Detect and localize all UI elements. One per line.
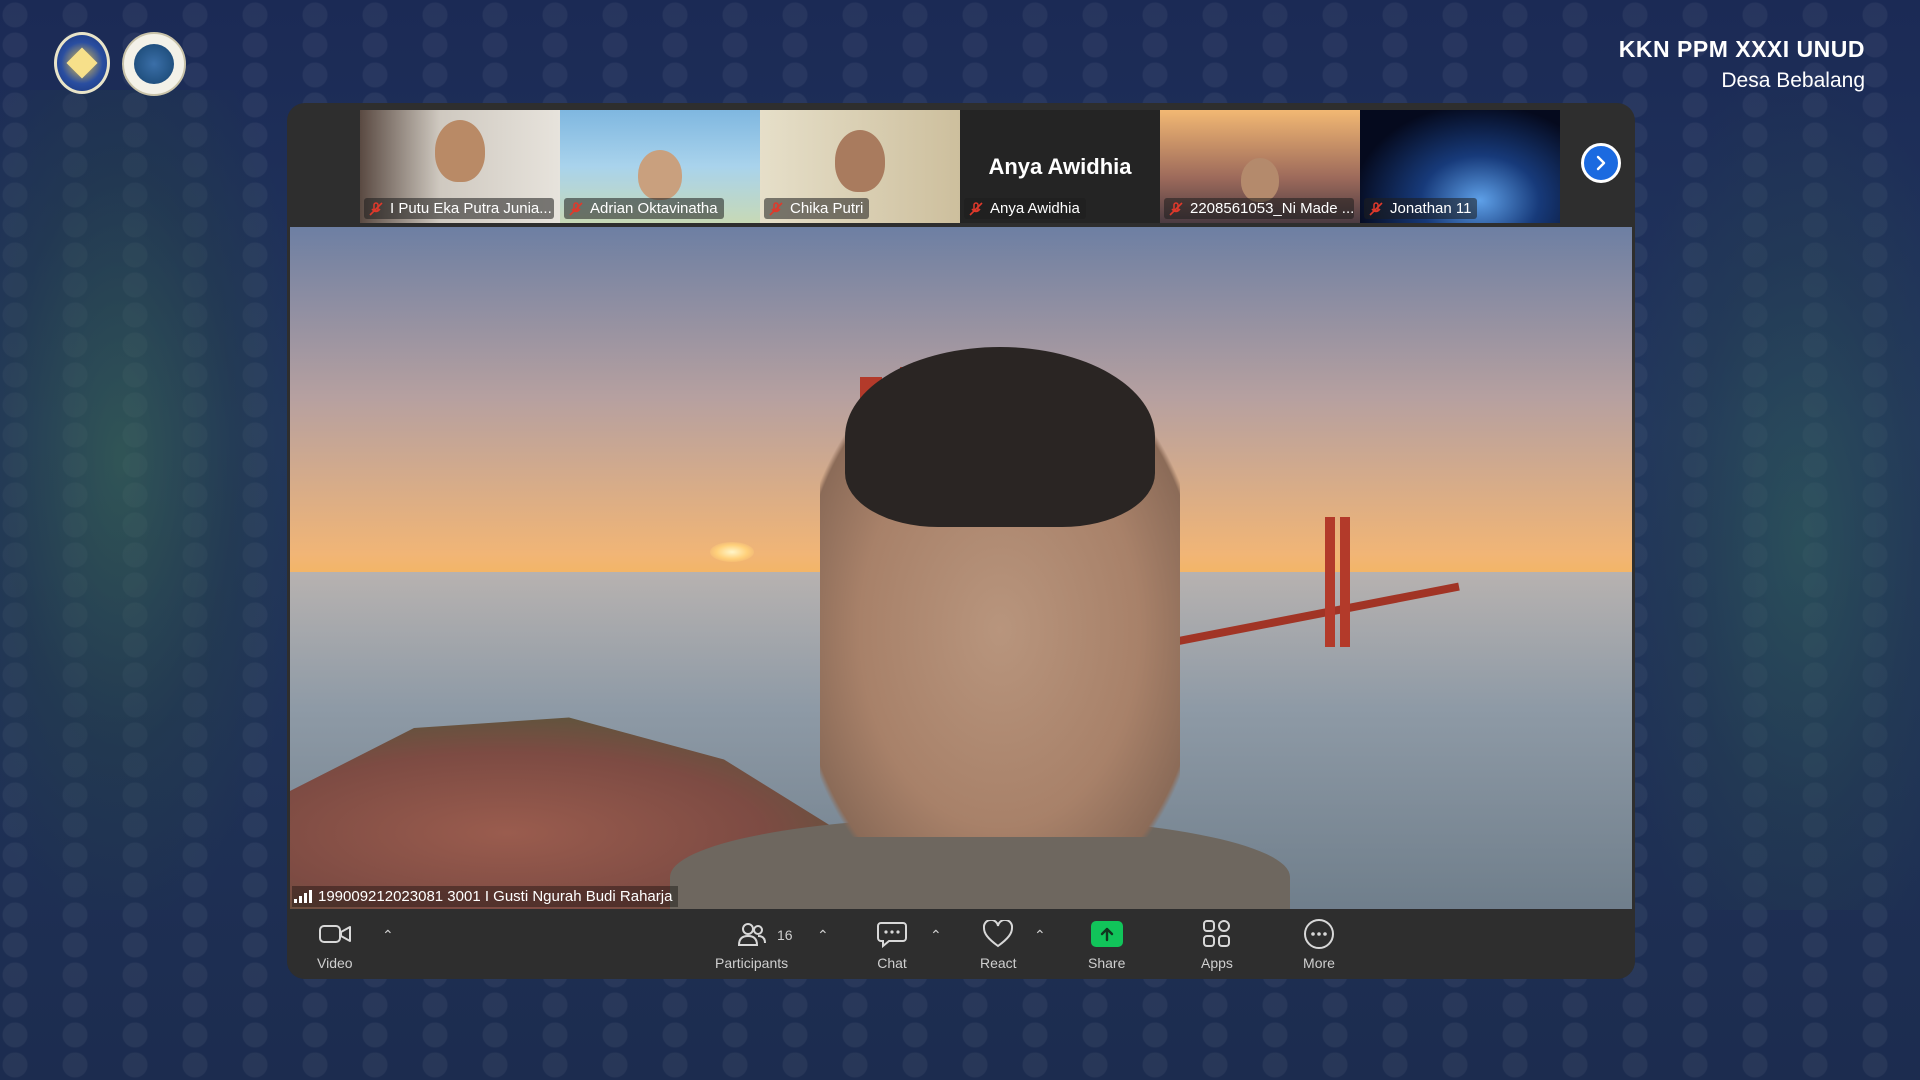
participants-options-caret[interactable]: ⌃ bbox=[817, 927, 829, 944]
share-button[interactable]: Share bbox=[1088, 919, 1125, 971]
apps-label: Apps bbox=[1201, 955, 1233, 971]
chat-label: Chat bbox=[877, 955, 907, 971]
university-logo bbox=[54, 32, 110, 94]
more-button[interactable]: More bbox=[1303, 919, 1335, 971]
participant-name: Adrian Oktavinatha bbox=[590, 200, 718, 217]
chat-icon bbox=[877, 922, 907, 948]
participant-tile[interactable]: 2208561053_Ni Made ... bbox=[1160, 110, 1360, 223]
participant-label: Jonathan 11 bbox=[1364, 198, 1478, 219]
bridge-tower bbox=[1325, 517, 1335, 647]
participant-name: Anya Awidhia bbox=[990, 200, 1080, 217]
participant-label: Chika Putri bbox=[764, 198, 870, 219]
participant-label: 2208561053_Ni Made ... bbox=[1164, 198, 1354, 219]
speaker-label: 199009212023081 3001 I Gusti Ngurah Budi… bbox=[292, 886, 679, 907]
chevron-right-icon bbox=[1596, 155, 1606, 171]
chat-options-caret[interactable]: ⌃ bbox=[930, 927, 942, 944]
participant-strip: I Putu Eka Putra Junia... Adrian Oktavin… bbox=[360, 110, 1560, 223]
video-button[interactable]: Video bbox=[317, 919, 353, 971]
participant-label: Anya Awidhia bbox=[964, 198, 1086, 219]
logo-group bbox=[54, 32, 186, 96]
mic-muted-icon bbox=[369, 201, 383, 216]
apps-icon bbox=[1202, 920, 1230, 947]
village-logo bbox=[122, 32, 186, 96]
more-label: More bbox=[1303, 955, 1335, 971]
participants-label: Participants bbox=[715, 955, 789, 971]
next-page-button[interactable] bbox=[1581, 143, 1621, 183]
participant-tile[interactable]: Jonathan 11 bbox=[1360, 110, 1560, 223]
participant-display-name: Anya Awidhia bbox=[988, 154, 1132, 179]
share-icon bbox=[1090, 921, 1123, 947]
background-scenery-left bbox=[0, 90, 300, 910]
participant-name: Jonathan 11 bbox=[1390, 200, 1472, 217]
participant-video bbox=[835, 130, 885, 192]
more-icon bbox=[1304, 919, 1334, 949]
speaker-hair bbox=[845, 347, 1155, 527]
participant-tile[interactable]: I Putu Eka Putra Junia... bbox=[360, 110, 560, 223]
participant-video bbox=[1241, 158, 1279, 202]
react-options-caret[interactable]: ⌃ bbox=[1034, 927, 1046, 944]
apps-button[interactable]: Apps bbox=[1201, 919, 1233, 971]
event-header: KKN PPM XXXI UNUD Desa Bebalang bbox=[1619, 36, 1865, 93]
participant-name: Chika Putri bbox=[790, 200, 864, 217]
mic-muted-icon bbox=[1369, 201, 1383, 216]
connection-signal-icon bbox=[294, 890, 312, 903]
meeting-toolbar: Video ⌃ Participants 16 ⌃ Chat ⌃ React ⌃ bbox=[287, 909, 1635, 979]
react-button[interactable]: React bbox=[980, 919, 1017, 971]
bridge-tower bbox=[1340, 517, 1350, 647]
mic-muted-icon bbox=[769, 201, 783, 216]
chat-button[interactable]: Chat bbox=[877, 919, 907, 971]
mic-muted-icon bbox=[569, 201, 583, 216]
participant-video bbox=[638, 150, 682, 200]
participant-label: Adrian Oktavinatha bbox=[564, 198, 724, 219]
participant-name: I Putu Eka Putra Junia... bbox=[390, 200, 552, 217]
event-subtitle: Desa Bebalang bbox=[1721, 69, 1865, 92]
event-title: KKN PPM XXXI UNUD bbox=[1618, 36, 1865, 62]
video-camera-icon bbox=[318, 925, 351, 943]
heart-icon bbox=[983, 920, 1014, 948]
participant-tile[interactable]: Adrian Oktavinatha bbox=[560, 110, 760, 223]
mic-muted-icon bbox=[969, 201, 983, 216]
participant-name: 2208561053_Ni Made ... bbox=[1190, 200, 1354, 217]
participants-icon bbox=[737, 923, 766, 946]
video-options-caret[interactable]: ⌃ bbox=[382, 927, 394, 944]
participant-tile[interactable]: Anya Awidhia Anya Awidhia bbox=[960, 110, 1160, 223]
background-scenery-right bbox=[1620, 90, 1920, 910]
sun-glow bbox=[710, 542, 754, 562]
mic-muted-icon bbox=[1169, 201, 1183, 216]
participant-tile[interactable]: Chika Putri bbox=[760, 110, 960, 223]
react-label: React bbox=[980, 955, 1017, 971]
participant-video bbox=[435, 120, 485, 182]
arrow-up-icon bbox=[1100, 927, 1113, 942]
participants-count: 16 bbox=[777, 927, 793, 943]
active-speaker-video: 199009212023081 3001 I Gusti Ngurah Budi… bbox=[290, 227, 1632, 909]
video-label: Video bbox=[317, 955, 353, 971]
meeting-window: I Putu Eka Putra Junia... Adrian Oktavin… bbox=[287, 103, 1635, 979]
participant-label: I Putu Eka Putra Junia... bbox=[364, 198, 554, 219]
speaker-name: 199009212023081 3001 I Gusti Ngurah Budi… bbox=[318, 888, 673, 905]
share-label: Share bbox=[1088, 955, 1126, 971]
